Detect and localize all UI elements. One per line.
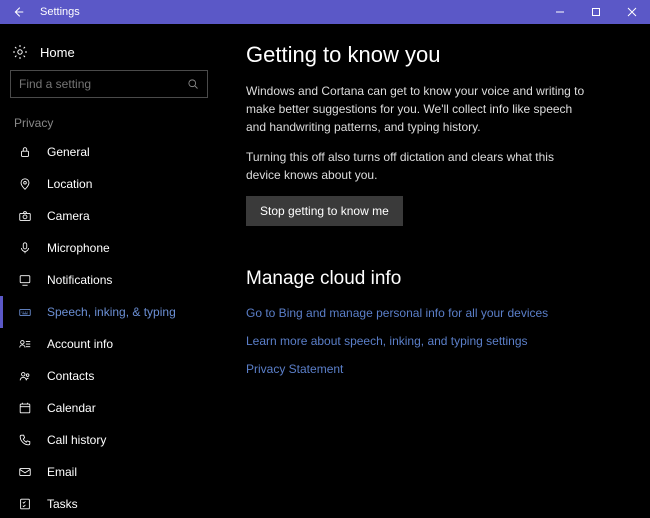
notifications-icon	[17, 272, 33, 288]
heading-manage-cloud-info: Manage cloud info	[246, 268, 622, 290]
sidebar-item-label: Account info	[47, 337, 113, 351]
sidebar-item-calendar[interactable]: Calendar	[0, 392, 218, 424]
link-learn-more-speech[interactable]: Learn more about speech, inking, and typ…	[246, 334, 622, 348]
search-icon	[187, 78, 199, 90]
sidebar-item-label: Camera	[47, 209, 90, 223]
email-icon	[17, 464, 33, 480]
account-info-icon	[17, 336, 33, 352]
sidebar-item-contacts[interactable]: Contacts	[0, 360, 218, 392]
sidebar-item-label: Microphone	[47, 241, 110, 255]
sidebar: Home Privacy General Location Camera Mic…	[0, 24, 218, 518]
heading-getting-to-know-you: Getting to know you	[246, 42, 622, 68]
speech-typing-icon	[17, 304, 33, 320]
sidebar-item-label: Notifications	[47, 273, 112, 287]
content-area: Getting to know you Windows and Cortana …	[218, 24, 650, 518]
section-label-privacy: Privacy	[0, 112, 218, 136]
link-privacy-statement[interactable]: Privacy Statement	[246, 362, 622, 376]
search-container	[10, 70, 208, 98]
gear-icon	[12, 44, 28, 60]
sidebar-item-location[interactable]: Location	[0, 168, 218, 200]
microphone-icon	[17, 240, 33, 256]
sidebar-item-call-history[interactable]: Call history	[0, 424, 218, 456]
sidebar-item-label: Call history	[47, 433, 106, 447]
close-button[interactable]	[614, 0, 650, 24]
sidebar-item-camera[interactable]: Camera	[0, 200, 218, 232]
sidebar-item-general[interactable]: General	[0, 136, 218, 168]
calendar-icon	[17, 400, 33, 416]
maximize-icon	[591, 7, 601, 17]
maximize-button[interactable]	[578, 0, 614, 24]
sidebar-item-label: Calendar	[47, 401, 96, 415]
home-button[interactable]: Home	[0, 36, 218, 70]
window-title: Settings	[40, 6, 542, 18]
window-controls	[542, 0, 650, 24]
sidebar-item-speech-inking-typing[interactable]: Speech, inking, & typing	[0, 296, 218, 328]
sidebar-item-label: Location	[47, 177, 92, 191]
arrow-left-icon	[11, 5, 25, 19]
sidebar-item-label: Speech, inking, & typing	[47, 305, 176, 319]
titlebar: Settings	[0, 0, 650, 24]
sidebar-item-label: Email	[47, 465, 77, 479]
description-paragraph-2: Turning this off also turns off dictatio…	[246, 148, 586, 184]
camera-icon	[17, 208, 33, 224]
description-paragraph-1: Windows and Cortana can get to know your…	[246, 82, 586, 136]
contacts-icon	[17, 368, 33, 384]
sidebar-item-account-info[interactable]: Account info	[0, 328, 218, 360]
link-bing-personal-info[interactable]: Go to Bing and manage personal info for …	[246, 306, 622, 320]
sidebar-item-microphone[interactable]: Microphone	[0, 232, 218, 264]
sidebar-item-email[interactable]: Email	[0, 456, 218, 488]
minimize-button[interactable]	[542, 0, 578, 24]
sidebar-item-label: General	[47, 145, 90, 159]
sidebar-item-tasks[interactable]: Tasks	[0, 488, 218, 518]
sidebar-item-label: Tasks	[47, 497, 78, 511]
tasks-icon	[17, 496, 33, 512]
home-label: Home	[40, 45, 75, 60]
lock-icon	[17, 144, 33, 160]
stop-getting-to-know-me-button[interactable]: Stop getting to know me	[246, 196, 403, 226]
back-button[interactable]	[0, 0, 36, 24]
location-icon	[17, 176, 33, 192]
search-box[interactable]	[10, 70, 208, 98]
sidebar-item-notifications[interactable]: Notifications	[0, 264, 218, 296]
close-icon	[627, 7, 637, 17]
search-input[interactable]	[19, 77, 187, 91]
minimize-icon	[555, 7, 565, 17]
phone-icon	[17, 432, 33, 448]
sidebar-item-label: Contacts	[47, 369, 94, 383]
